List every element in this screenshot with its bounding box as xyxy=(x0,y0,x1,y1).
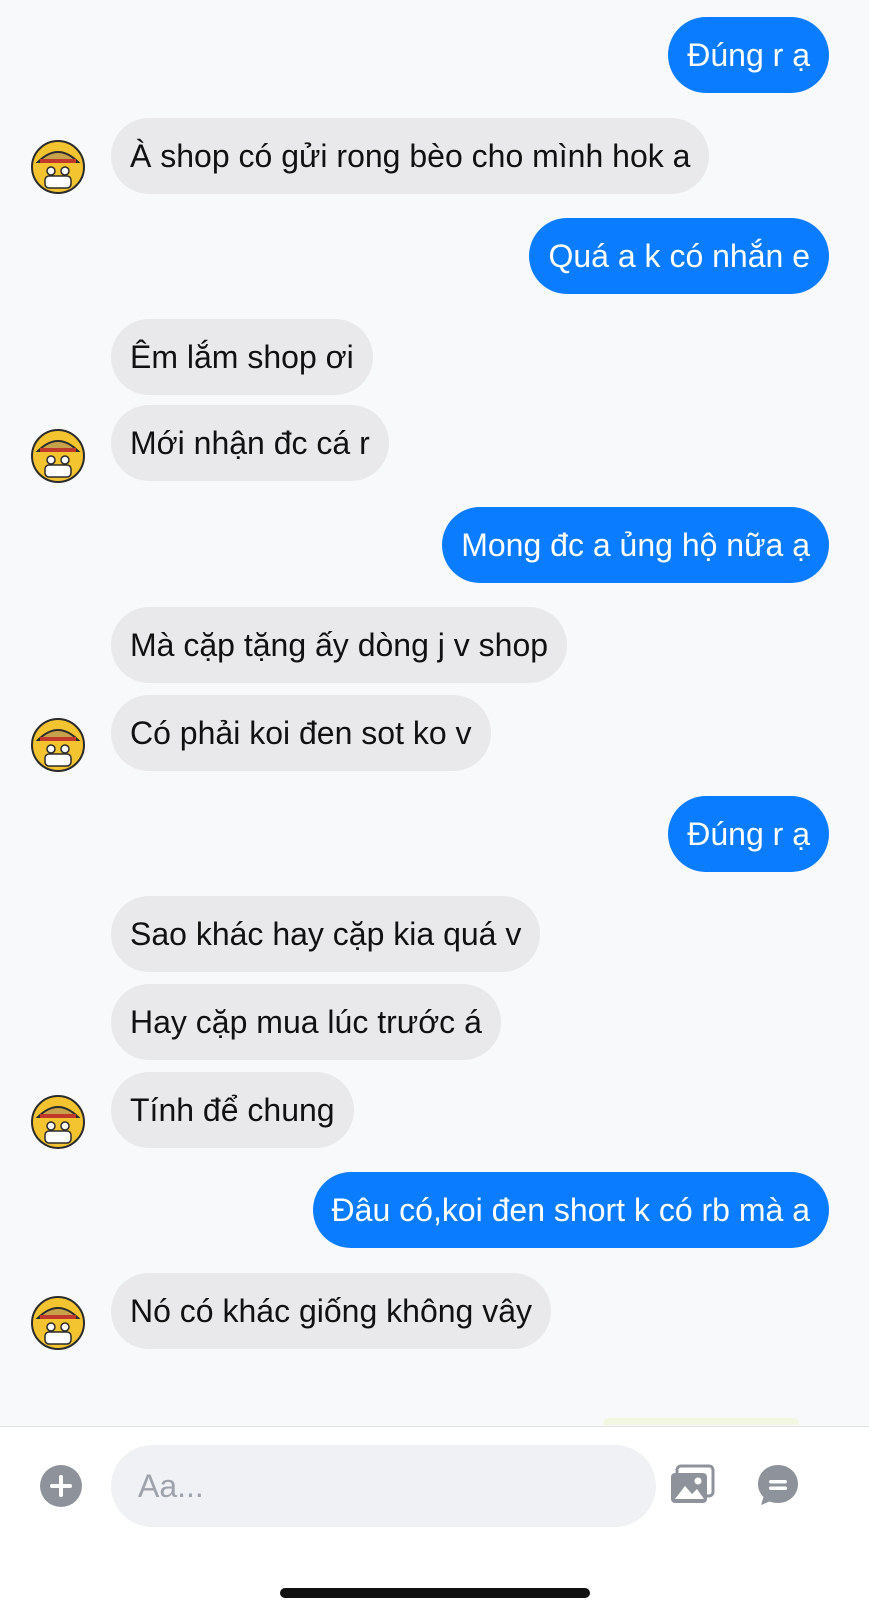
contact-avatar-icon[interactable] xyxy=(31,429,85,483)
message-input[interactable] xyxy=(111,1445,656,1527)
contact-avatar-icon[interactable] xyxy=(31,140,85,194)
message-bubble-incoming[interactable]: Có phải koi đen sot ko v xyxy=(111,695,491,771)
message-bubble-outgoing[interactable]: Quá a k có nhắn e xyxy=(529,218,829,294)
message-text: Mới nhận đc cá r xyxy=(130,425,370,461)
chat-bubble-icon[interactable] xyxy=(756,1463,800,1507)
contact-avatar-icon[interactable] xyxy=(31,718,85,772)
message-text: Êm lắm shop ơi xyxy=(130,339,354,375)
message-bubble-incoming[interactable]: Hay cặp mua lúc trước á xyxy=(111,984,501,1060)
message-text: À shop có gửi rong bèo cho mình hok a xyxy=(130,138,691,174)
contact-avatar-icon[interactable] xyxy=(31,1296,85,1350)
message-text: Tính để chung xyxy=(130,1092,335,1128)
message-text: Nó có khác giống không vây xyxy=(130,1293,533,1329)
message-bubble-outgoing[interactable]: Mong đc a ủng hộ nữa ạ xyxy=(442,507,829,583)
message-text: Quá a k có nhắn e xyxy=(548,238,810,274)
message-bubble-outgoing[interactable]: Đúng r ạ xyxy=(668,796,829,872)
plus-circle-icon[interactable] xyxy=(40,1465,82,1507)
message-text: Sao khác hay cặp kia quá v xyxy=(130,916,522,952)
message-text: Có phải koi đen sot ko v xyxy=(130,715,472,751)
message-bubble-incoming[interactable]: Nó có khác giống không vây xyxy=(111,1273,552,1349)
message-text: Đâu có,koi đen short k có rb mà a xyxy=(331,1192,810,1228)
message-bubble-incoming[interactable]: À shop có gửi rong bèo cho mình hok a xyxy=(111,118,710,194)
message-bubble-incoming[interactable]: Sao khác hay cặp kia quá v xyxy=(111,896,541,972)
partial-message-bubble xyxy=(603,1418,799,1425)
contact-avatar-icon[interactable] xyxy=(31,1095,85,1149)
message-text: Mong đc a ủng hộ nữa ạ xyxy=(461,527,810,563)
message-text: Mà cặp tặng ấy dòng j v shop xyxy=(130,627,549,663)
message-thread: Đúng r ạ À shop có gửi rong bèo cho mình… xyxy=(0,0,869,1425)
message-bubble-outgoing[interactable]: Đâu có,koi đen short k có rb mà a xyxy=(312,1172,829,1248)
gallery-icon[interactable] xyxy=(669,1464,715,1506)
message-composer xyxy=(0,1426,869,1621)
home-indicator[interactable] xyxy=(280,1588,590,1598)
message-text: Hay cặp mua lúc trước á xyxy=(130,1004,482,1040)
message-bubble-incoming[interactable]: Mới nhận đc cá r xyxy=(111,405,389,481)
message-bubble-incoming[interactable]: Mà cặp tặng ấy dòng j v shop xyxy=(111,607,568,683)
message-text: Đúng r ạ xyxy=(687,37,810,73)
message-bubble-incoming[interactable]: Tính để chung xyxy=(111,1072,354,1148)
message-bubble-outgoing[interactable]: Đúng r ạ xyxy=(668,17,829,93)
message-text: Đúng r ạ xyxy=(687,816,810,852)
message-input-container[interactable] xyxy=(111,1445,656,1527)
message-bubble-incoming[interactable]: Êm lắm shop ơi xyxy=(111,319,373,395)
